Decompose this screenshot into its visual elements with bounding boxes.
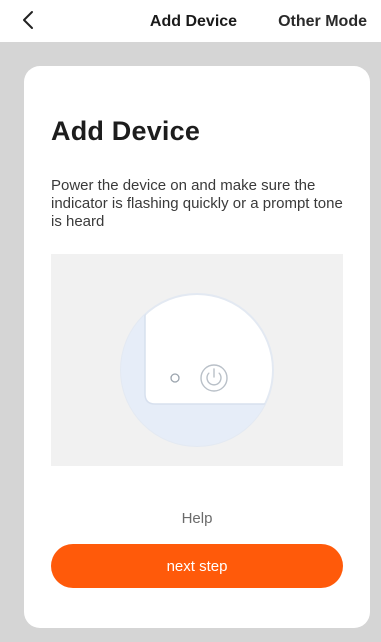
top-navigation-bar: Add Device Other Mode	[0, 0, 381, 42]
add-device-screen: Add Device Other Mode Add Device Power t…	[0, 0, 381, 642]
next-step-label: next step	[166, 557, 228, 575]
device-illustration	[51, 254, 343, 466]
help-link[interactable]: Help	[24, 510, 370, 527]
card-description: Power the device on and make sure the in…	[51, 177, 343, 230]
device-illustration-graphic	[120, 293, 274, 447]
instruction-card: Add Device Power the device on and make …	[24, 66, 370, 628]
card-title: Add Device	[51, 116, 201, 146]
other-mode-button[interactable]: Other Mode	[278, 13, 367, 31]
next-step-button[interactable]: next step	[51, 544, 343, 588]
